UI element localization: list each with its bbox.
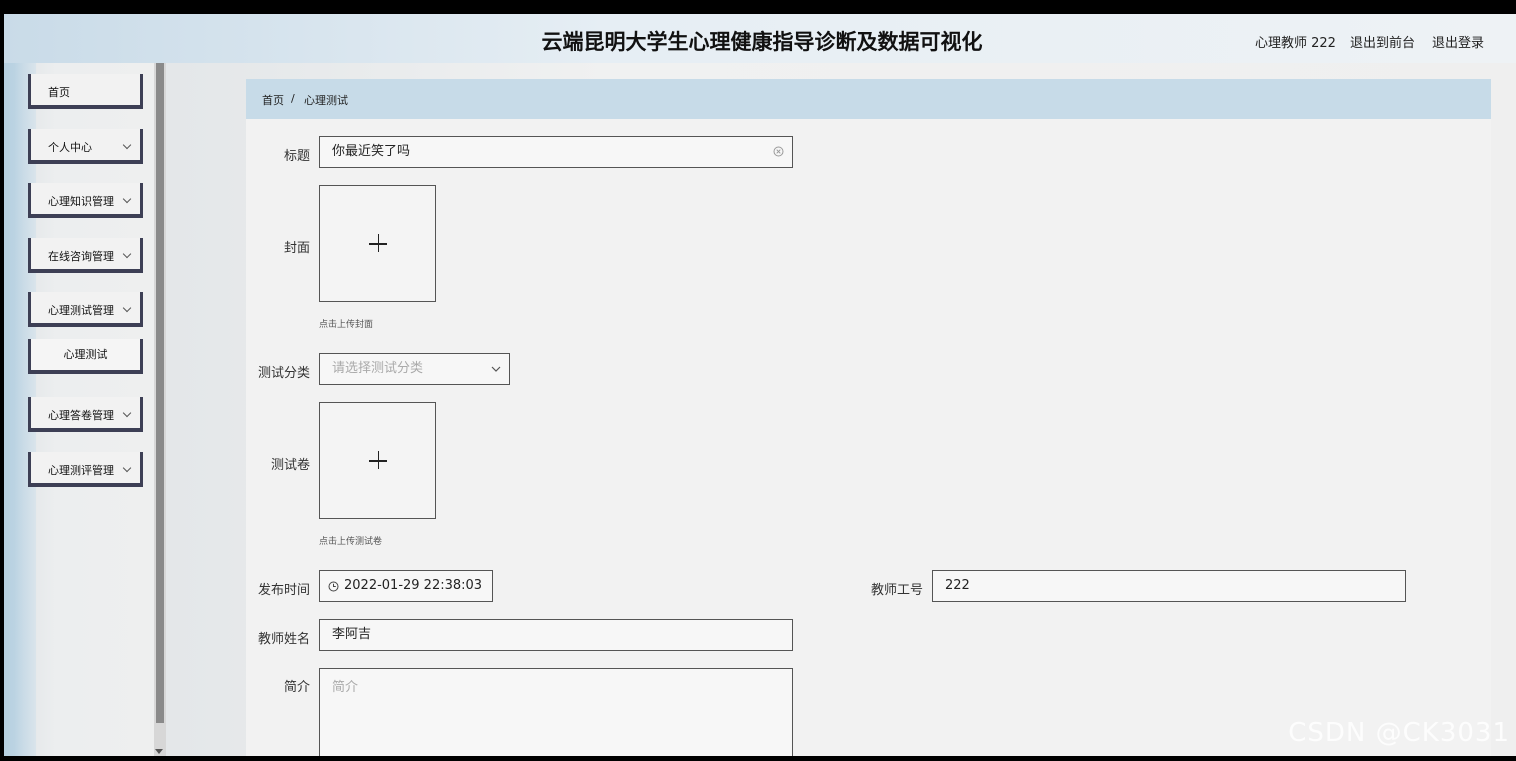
scroll-down-arrow-icon[interactable]: [155, 749, 163, 754]
cover-label: 封面: [283, 241, 310, 256]
paper-upload-box[interactable]: [319, 402, 436, 519]
paper-upload-hint: 点击上传测试卷: [319, 537, 383, 547]
breadcrumb-separator: /: [291, 92, 295, 105]
category-label: 测试分类: [257, 366, 310, 381]
sidebar-item-label: 个人中心: [48, 141, 92, 154]
title-input[interactable]: 你最近笑了吗: [319, 136, 793, 168]
teacher-id-input[interactable]: 222: [932, 570, 1406, 602]
sidebar-item-knowledge-management[interactable]: 心理知识管理: [28, 183, 143, 218]
chevron-down-icon: [491, 366, 501, 372]
breadcrumb-current: 心理测试: [304, 94, 348, 107]
sidebar-item-home[interactable]: 首页: [28, 74, 143, 109]
intro-label: 简介: [283, 680, 310, 695]
plus-icon-stroke: [377, 451, 379, 469]
sidebar-item-label: 心理答卷管理: [48, 409, 114, 422]
paper-label: 测试卷: [270, 458, 310, 473]
teacher-name-input[interactable]: 李阿吉: [319, 619, 793, 651]
publish-time-label: 发布时间: [257, 583, 310, 598]
sidebar-item-answer-management[interactable]: 心理答卷管理: [28, 397, 143, 432]
breadcrumb-home[interactable]: 首页: [262, 92, 284, 108]
sidebar-item-label: 心理测试管理: [48, 304, 114, 317]
sidebar-item-test-management[interactable]: 心理测试管理: [28, 292, 143, 327]
scrollbar-thumb[interactable]: [156, 63, 164, 723]
plus-icon-stroke: [377, 234, 379, 252]
category-select-placeholder: 请选择测试分类: [332, 361, 424, 376]
teacher-id-value: 222: [945, 578, 970, 593]
sidebar-item-label: 心理测评管理: [48, 464, 114, 477]
sidebar-item-consultation-management[interactable]: 在线咨询管理: [28, 238, 143, 273]
publish-time-picker[interactable]: 2022-01-29 22:38:03: [319, 570, 493, 602]
title-label: 标题: [283, 149, 310, 164]
sidebar-scrollbar[interactable]: [154, 63, 166, 756]
category-select[interactable]: 请选择测试分类: [319, 353, 510, 385]
publish-time-value: 2022-01-29 22:38:03: [344, 578, 483, 593]
logout-link[interactable]: 退出登录: [1432, 32, 1484, 51]
teacher-name-value: 李阿吉: [332, 627, 372, 642]
current-user-label: 心理教师 222: [1255, 36, 1336, 51]
back-to-front-link[interactable]: 退出到前台: [1350, 32, 1415, 51]
chevron-down-icon: [122, 408, 132, 418]
sidebar-item-personal-center[interactable]: 个人中心: [28, 129, 143, 164]
circle-x-icon[interactable]: [773, 146, 784, 157]
sidebar-item-label: 首页: [48, 86, 70, 99]
clock-icon: [328, 581, 339, 592]
teacher-name-label: 教师姓名: [257, 632, 310, 647]
sidebar-item-evaluation-management[interactable]: 心理测评管理: [28, 452, 143, 487]
cover-upload-hint: 点击上传封面: [319, 320, 374, 330]
breadcrumb: 首页 / 心理测试: [246, 79, 1491, 119]
teacher-id-label: 教师工号: [870, 583, 923, 598]
intro-textarea[interactable]: 简介: [319, 668, 793, 756]
chevron-down-icon: [122, 463, 132, 473]
title-input-value: 你最近笑了吗: [332, 144, 411, 159]
chevron-down-icon: [122, 194, 132, 204]
watermark: CSDN @CK3031: [1288, 718, 1510, 748]
sidebar-menu: 首页 个人中心 心理知识管理 在线咨询管理 心理测试管理 心理测试 心理答卷管理…: [14, 63, 154, 756]
chevron-down-icon: [122, 249, 132, 259]
chevron-down-icon: [122, 303, 132, 313]
sidebar-item-label: 心理知识管理: [48, 195, 114, 208]
main-content: 首页 / 心理测试 标题 你最近笑了吗 封面 点击上传封面 测试分类 请选择测试…: [246, 79, 1491, 756]
chevron-down-icon: [122, 140, 132, 150]
sidebar-subitem-psych-test[interactable]: 心理测试: [28, 339, 143, 374]
sidebar-item-label: 在线咨询管理: [48, 250, 114, 263]
intro-placeholder: 简介: [332, 680, 359, 695]
app-window: 云端昆明大学生心理健康指导诊断及数据可视化 心理教师 222 退出到前台 退出登…: [4, 14, 1516, 756]
top-header: 云端昆明大学生心理健康指导诊断及数据可视化 心理教师 222 退出到前台 退出登…: [4, 14, 1516, 63]
cover-upload-box[interactable]: [319, 185, 436, 302]
